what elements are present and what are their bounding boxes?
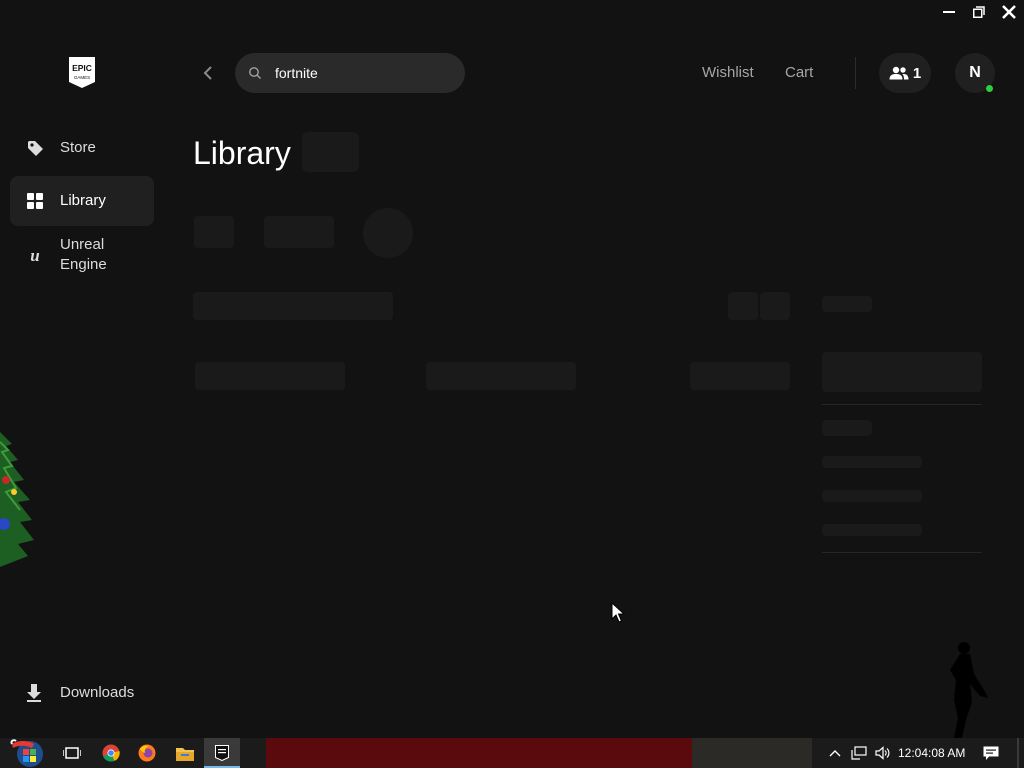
divider [822, 404, 982, 405]
loading-placeholder [822, 456, 922, 468]
loading-placeholder [690, 362, 790, 390]
dancer-silhouette-decoration [950, 642, 988, 738]
task-view-icon [63, 747, 81, 759]
loading-placeholder [194, 216, 234, 248]
show-desktop-button[interactable] [1017, 738, 1019, 768]
grid-icon [26, 192, 44, 210]
taskbar-clock[interactable]: 12:04:08 AM [898, 738, 965, 768]
topbar-divider [855, 57, 856, 89]
restore-icon [973, 6, 985, 18]
notification-icon [983, 746, 999, 760]
taskbar-file-explorer[interactable] [170, 738, 200, 768]
library-count-placeholder [302, 132, 359, 172]
task-view-button[interactable] [58, 738, 86, 768]
friends-icon [889, 66, 909, 80]
unreal-icon: u [26, 246, 44, 264]
windows-start-icon [10, 739, 43, 767]
online-status-indicator [986, 85, 993, 92]
sidebar-item-store[interactable]: Store [10, 128, 154, 168]
taskbar-firefox[interactable] [132, 738, 162, 768]
loading-placeholder [264, 216, 334, 248]
taskbar: 12:04:08 AM [0, 738, 1024, 768]
sidebar-item-label: Store [60, 139, 96, 156]
loading-placeholder [426, 362, 576, 390]
loading-placeholder [822, 490, 922, 502]
page-title: Library [193, 135, 291, 171]
firefox-icon [138, 744, 156, 762]
label-line-2: Engine [60, 256, 107, 273]
taskbar-desktop-wallpaper-strip [692, 738, 812, 768]
taskbar-desktop-wallpaper-strip [266, 738, 692, 768]
loading-placeholder [195, 362, 345, 390]
avatar-initial: N [969, 64, 981, 81]
epic-games-logo-icon: EPIC GAMES [69, 57, 95, 88]
svg-text:GAMES: GAMES [74, 75, 90, 80]
minimize-icon [943, 11, 955, 13]
loading-placeholder [363, 208, 413, 258]
downloads-button[interactable]: Downloads [10, 676, 154, 710]
chevron-up-icon [829, 750, 841, 757]
svg-text:EPIC: EPIC [72, 63, 92, 73]
sidebar-item-label: Library [60, 192, 106, 209]
taskbar-chrome[interactable] [96, 738, 126, 768]
chevron-left-icon [203, 66, 212, 80]
epic-games-logo[interactable]: EPIC GAMES [68, 56, 96, 89]
volume-tray-button[interactable] [872, 738, 894, 768]
close-icon [1002, 5, 1016, 19]
cart-link[interactable]: Cart [785, 64, 813, 82]
svg-text:u: u [30, 246, 39, 264]
show-hidden-icons-button[interactable] [826, 738, 844, 768]
friends-button[interactable]: 1 [879, 53, 931, 93]
restore-button[interactable] [964, 0, 994, 24]
folder-icon [176, 747, 194, 761]
loading-placeholder [822, 352, 982, 392]
friends-count: 1 [912, 64, 922, 82]
wishlist-link[interactable]: Wishlist [702, 64, 754, 82]
loading-placeholder [822, 420, 872, 436]
loading-placeholder [822, 296, 872, 312]
search-icon [249, 67, 261, 79]
mouse-cursor-icon [611, 602, 625, 623]
network-tray-button[interactable] [848, 738, 870, 768]
network-icon [851, 746, 867, 760]
action-center-button[interactable] [980, 738, 1002, 768]
avatar[interactable]: N [955, 53, 995, 93]
label-line-1: Unreal [60, 236, 105, 253]
start-button[interactable] [6, 738, 48, 768]
sidebar-item-unreal-engine[interactable]: u Unreal Engine [10, 232, 154, 278]
loading-placeholder [822, 524, 922, 536]
sidebar-item-label: Unreal Engine [60, 235, 107, 275]
chrome-icon [102, 744, 120, 762]
minimize-button[interactable] [934, 0, 964, 24]
back-button[interactable] [200, 64, 218, 82]
loading-placeholder [760, 292, 790, 320]
divider [822, 552, 982, 553]
tag-icon [26, 139, 44, 157]
christmas-tree-decoration [0, 432, 34, 567]
download-icon [26, 684, 44, 702]
sidebar-item-library[interactable]: Library [10, 176, 154, 226]
epic-games-taskbar-icon [215, 745, 229, 761]
taskbar-epic-games[interactable] [204, 738, 240, 768]
volume-icon [875, 746, 890, 760]
search-bar[interactable] [235, 53, 465, 93]
loading-placeholder [728, 292, 758, 320]
downloads-label: Downloads [60, 684, 135, 701]
loading-placeholder [193, 292, 393, 320]
window-controls [934, 0, 1024, 24]
search-input[interactable] [275, 53, 455, 93]
close-button[interactable] [994, 0, 1024, 24]
